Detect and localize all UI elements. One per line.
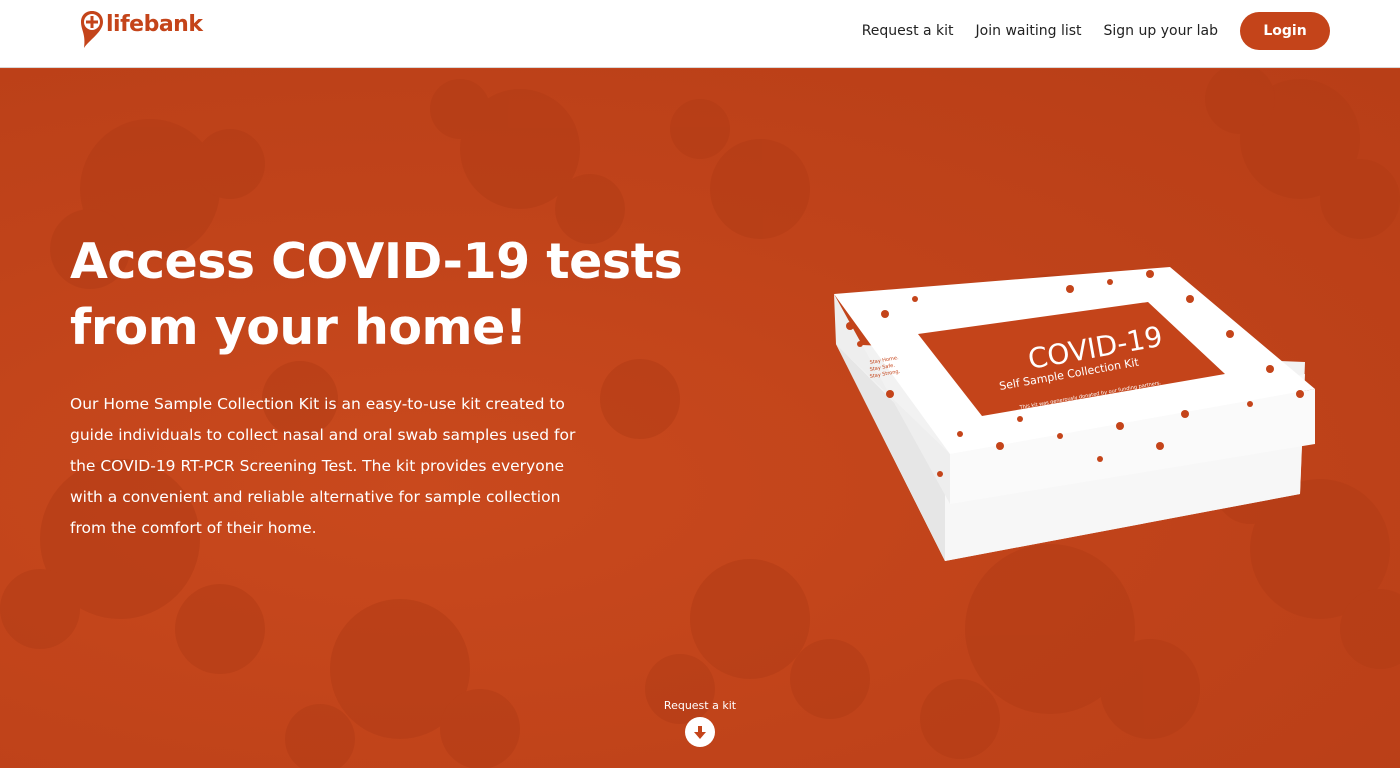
hero-description: Our Home Sample Collection Kit is an eas…: [70, 395, 576, 537]
nav-sign-up-lab[interactable]: Sign up your lab: [1104, 23, 1218, 39]
login-button[interactable]: Login: [1240, 12, 1330, 50]
main-nav: Request a kit Join waiting list Sign up …: [840, 12, 1330, 50]
hero-heading: Access COVID-19 tests from your home!: [70, 229, 730, 361]
hero-heading-line1: Access COVID-19 tests: [70, 233, 683, 290]
arrow-down-circle-icon[interactable]: [685, 717, 715, 747]
brand-name: lifebank: [106, 12, 203, 37]
location-pin-plus-icon: [80, 10, 104, 50]
site-header: lifebank Request a kit Join waiting list…: [0, 0, 1400, 68]
covid-kit-box-image: COVID-19 Self Sample Collection Kit This…: [834, 267, 1315, 561]
hero-heading-line2: from your home!: [70, 299, 527, 356]
hero-section: Access COVID-19 tests from your home! Ou…: [0, 69, 1400, 768]
nav-join-waiting-list[interactable]: Join waiting list: [976, 23, 1082, 39]
scroll-cta-label[interactable]: Request a kit: [640, 699, 760, 712]
logo[interactable]: lifebank: [80, 10, 203, 52]
nav-request-kit[interactable]: Request a kit: [862, 23, 954, 39]
scroll-request-kit[interactable]: Request a kit: [640, 699, 760, 747]
